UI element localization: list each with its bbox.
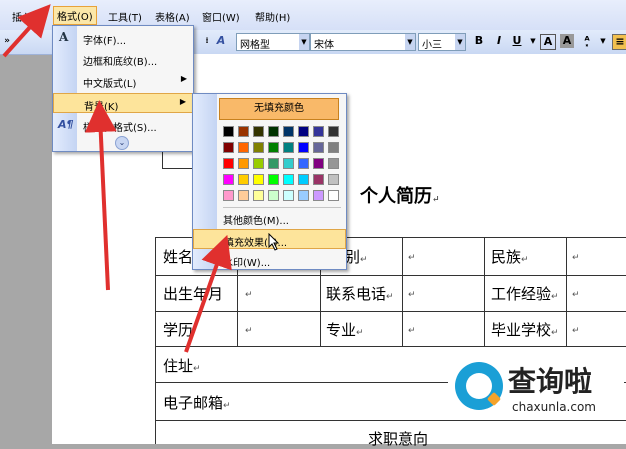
search-logo-icon [455, 362, 503, 410]
watermark-name: 查询啦 [508, 365, 593, 398]
arrow-to-fill-effects [184, 234, 232, 353]
watermark-url: chaxunla.com [512, 400, 596, 414]
arrow-to-background-item [84, 100, 117, 291]
arrow-to-format-menu [2, 4, 51, 58]
